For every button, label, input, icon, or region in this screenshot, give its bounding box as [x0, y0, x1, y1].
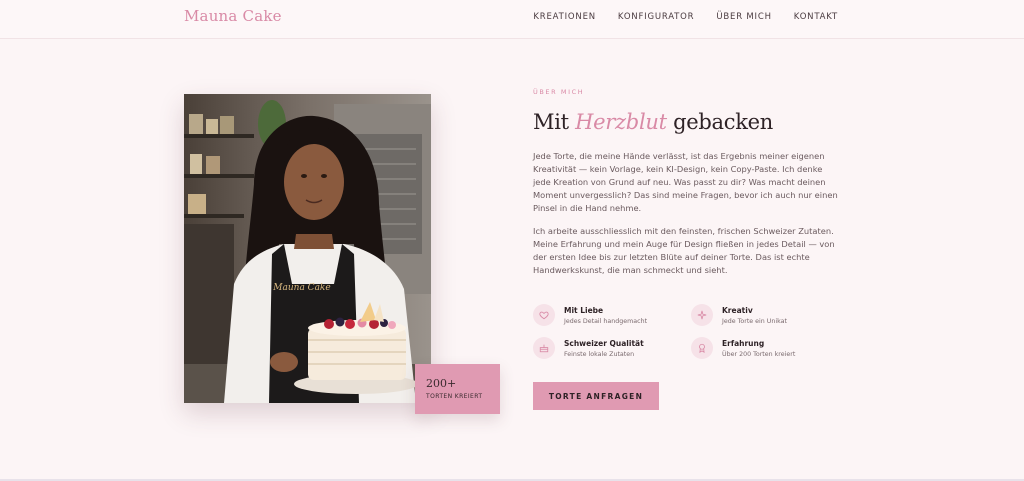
feature-item: Erfahrung Über 200 Torten kreiert: [691, 337, 833, 359]
heart-icon: [533, 304, 555, 326]
feature-title: Kreativ: [722, 305, 753, 315]
nav-links: KREATIONEN KONFIGURATOR ÜBER MICH KONTAK…: [533, 12, 838, 22]
feature-item: Kreativ Jede Torte ein Unikat: [691, 304, 833, 326]
about-paragraph-2: Ich arbeite ausschliesslich mit den fein…: [533, 226, 835, 275]
cake-icon: [533, 337, 555, 359]
feature-item: Mit Liebe Jedes Detail handgemacht: [533, 304, 691, 326]
page-title: Mit Herzblut gebacken: [533, 110, 843, 134]
nav-link-ueber-mich[interactable]: ÜBER MICH: [716, 12, 771, 22]
section-eyebrow: ÜBER MICH: [533, 88, 585, 96]
nav-link-kontakt[interactable]: KONTAKT: [794, 12, 838, 22]
badge-number: 200+: [426, 377, 457, 390]
feature-title: Erfahrung: [722, 338, 765, 348]
feature-grid: Mit Liebe Jedes Detail handgemacht Kreat…: [533, 304, 833, 359]
feature-desc: Jede Torte ein Unikat: [722, 317, 787, 325]
top-navigation: Mauna Cake KREATIONEN KONFIGURATOR ÜBER …: [0, 0, 1024, 39]
apron-logo: Mauna Cake: [272, 283, 330, 293]
about-paragraph-1: Jede Torte, die meine Hände verlässt, is…: [533, 151, 838, 213]
headline-post: gebacken: [673, 110, 773, 134]
request-cake-button[interactable]: TORTE ANFRAGEN: [533, 382, 659, 410]
feature-title: Schweizer Qualität: [564, 338, 644, 348]
feature-title: Mit Liebe: [564, 305, 604, 315]
headline-accent: Herzblut: [575, 110, 667, 134]
feature-desc: Feinste lokale Zutaten: [564, 350, 635, 358]
cakes-created-badge: 200+ TORTEN KREIERT: [415, 364, 500, 414]
nav-link-kreationen[interactable]: KREATIONEN: [533, 12, 595, 22]
baker-photo: Mauna Cake: [184, 94, 431, 403]
sparkle-icon: [691, 304, 713, 326]
award-icon: [691, 337, 713, 359]
feature-item: Schweizer Qualität Feinste lokale Zutate…: [533, 337, 691, 359]
brand-logo[interactable]: Mauna Cake: [184, 7, 282, 25]
nav-link-konfigurator[interactable]: KONFIGURATOR: [618, 12, 694, 22]
about-section: ÜBER MICH Mit Herzblut gebacken Jede Tor…: [533, 88, 843, 277]
feature-desc: Über 200 Torten kreiert: [722, 350, 796, 358]
headline-pre: Mit: [533, 110, 569, 134]
feature-desc: Jedes Detail handgemacht: [564, 317, 648, 325]
badge-label: TORTEN KREIERT: [426, 393, 483, 400]
